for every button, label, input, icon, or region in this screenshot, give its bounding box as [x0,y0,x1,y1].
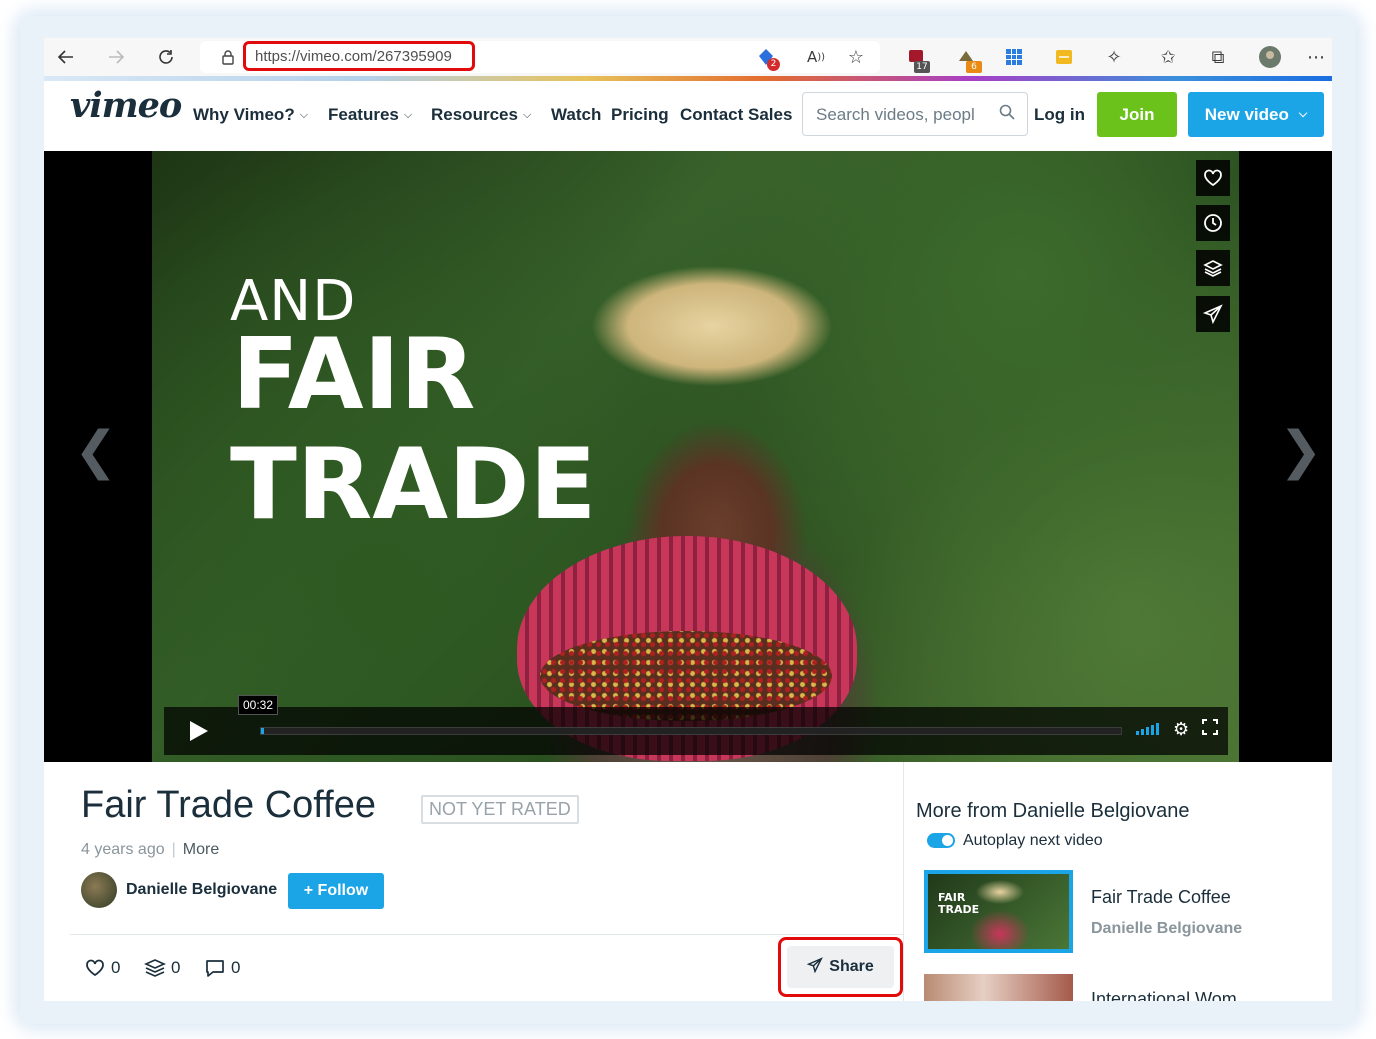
progress-bar[interactable] [260,727,1122,735]
nav-contact-sales[interactable]: Contact Sales [680,105,792,125]
chevron-down-icon: ⌵ [299,109,309,121]
profile-avatar[interactable] [1256,43,1284,71]
video-overlay-fair: FAIR [232,318,476,432]
extensions-icon[interactable]: ✧ [1100,43,1128,71]
like-heart-icon[interactable] [1196,160,1230,196]
new-video-label: New video [1204,104,1289,124]
share-button[interactable]: Share [787,946,894,988]
join-button[interactable]: Join [1097,92,1177,137]
grid-extension-icon[interactable] [1000,43,1028,71]
nav-label: Why Vimeo? [193,105,295,124]
more-icon[interactable]: ⋯ [1302,43,1330,71]
play-button[interactable] [164,707,234,755]
notes-extension-icon[interactable] [1050,43,1078,71]
author-name[interactable]: Danielle Belgiovane [126,881,277,899]
search-icon[interactable] [999,104,1015,124]
more-link[interactable]: More [183,841,219,858]
shield-badge: 2 [767,58,780,71]
nav-features[interactable]: Features ⌵ [328,105,412,125]
url-field[interactable]: https://vimeo.com/267395909 [243,41,475,71]
related-video-title[interactable]: International Wom [1091,989,1237,1001]
comments-stat[interactable]: 0 [204,958,240,978]
new-video-button[interactable]: New video ⌵ [1188,92,1324,137]
comments-count: 0 [231,958,241,977]
collections-layers-icon[interactable] [1196,250,1230,286]
follow-button[interactable]: + Follow [288,873,384,909]
info-divider [70,934,904,935]
watch-later-clock-icon[interactable] [1196,205,1230,241]
next-video-arrow[interactable]: ❯ [1279,421,1323,481]
add-favorite-icon[interactable]: ☆ [842,43,870,71]
shield-extension-icon[interactable]: 2 [752,43,780,71]
player-controls: 00:32 ⚙ [164,695,1228,755]
collections-count: 0 [171,958,181,977]
thumbnail-overlay-text: FAIR TRADE [938,891,980,916]
share-icon [806,957,824,977]
comment-icon [206,960,224,977]
volume-icon[interactable] [1136,721,1162,735]
yellow-extension-icon[interactable]: 6 [952,43,982,73]
more-from-heading: More from Danielle Belgiovane [916,800,1190,822]
settings-gear-icon[interactable]: ⚙ [1173,719,1189,740]
column-divider [903,762,904,1001]
nav-why-vimeo[interactable]: Why Vimeo? ⌵ [193,105,308,125]
progress-fill [261,728,264,734]
video-player[interactable]: ❮ ❯ AND FAIR TRADE 00:32 ⚙ [44,151,1332,762]
chevron-down-icon: ⌵ [522,109,532,121]
vimeo-logo[interactable]: vimeo [70,85,182,126]
video-frame[interactable]: AND FAIR TRADE [152,151,1239,762]
red-extension-badge: 17 [914,61,930,73]
fullscreen-icon[interactable] [1202,719,1218,740]
login-link[interactable]: Log in [1034,105,1085,125]
related-video-author[interactable]: Danielle Belgiovane [1091,920,1242,938]
search-placeholder: Search videos, peopl [816,105,975,124]
share-paper-plane-icon[interactable] [1196,296,1230,332]
red-extension-icon[interactable]: 17 [902,43,930,73]
browser-window: https://vimeo.com/267395909 2 A)) ☆ 17 6… [44,38,1332,1001]
nav-watch[interactable]: Watch [551,105,601,125]
forward-icon[interactable] [102,43,130,71]
yellow-extension-badge: 6 [966,61,982,73]
related-video-title[interactable]: Fair Trade Coffee [1091,887,1231,908]
nav-label: Resources [431,105,518,124]
nav-pricing[interactable]: Pricing [611,105,669,125]
heart-icon [86,959,104,977]
search-input[interactable]: Search videos, peopl [802,92,1028,136]
author-avatar[interactable] [81,872,117,908]
url-text: https://vimeo.com/267395909 [255,47,452,65]
collections-icon[interactable]: ⧉ [1204,43,1232,71]
share-label: Share [829,958,874,975]
chevron-down-icon: ⌵ [403,109,413,121]
refresh-icon[interactable] [152,43,180,71]
layers-icon [144,959,166,977]
read-aloud-icon[interactable]: A)) [802,43,830,71]
collections-stat[interactable]: 0 [144,958,180,978]
share-highlight: Share [778,937,903,997]
site-header: vimeo Why Vimeo? ⌵ Features ⌵ Resources ⌵ W… [44,81,1332,151]
related-video-thumbnail[interactable] [924,974,1073,1001]
video-title: Fair Trade Coffee [81,784,377,826]
browser-toolbar: https://vimeo.com/267395909 2 A)) ☆ 17 6… [44,38,1332,76]
previous-video-arrow[interactable]: ❮ [74,421,118,481]
autoplay-label: Autoplay next video [963,832,1103,849]
chevron-down-icon: ⌵ [1298,108,1308,120]
like-count: 0 [111,958,121,977]
video-meta: 4 years ago | More [81,841,219,859]
related-video-thumbnail[interactable]: FAIR TRADE [924,870,1073,953]
rating-badge: NOT YET RATED [421,795,579,824]
like-stat[interactable]: 0 [84,958,120,978]
favorites-icon[interactable]: ✩ [1154,43,1182,71]
upload-age: 4 years ago [81,841,165,858]
autoplay-toggle[interactable] [927,833,955,848]
timecode-tooltip: 00:32 [238,695,279,715]
back-icon[interactable] [52,43,80,71]
meta-separator: | [171,841,176,858]
nav-label: Features [328,105,399,124]
lock-icon[interactable] [214,43,242,71]
nav-resources[interactable]: Resources ⌵ [431,105,531,125]
video-overlay-trade: TRADE [230,428,597,542]
